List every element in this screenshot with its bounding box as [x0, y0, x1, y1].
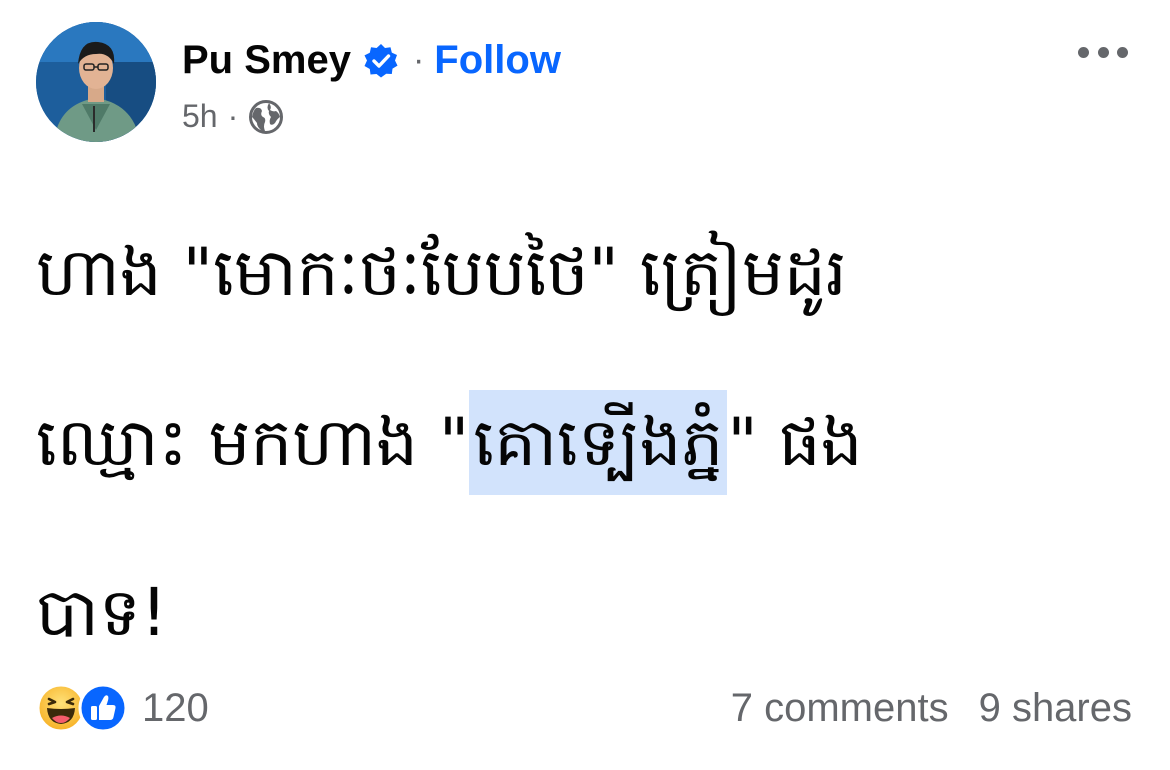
post-text-line-2: ឈ្មោះ មកហាង "គោទ្បើងភ្នំ" ផង	[36, 358, 1096, 528]
separator-dot: ·	[227, 98, 239, 134]
author-row: Pu Smey · Follow	[182, 38, 561, 83]
post-text-line-1: ហាង "មោកៈថៈបែបថៃ" ត្រៀមដូរ	[36, 234, 847, 311]
post-text: ហាង "មោកៈថៈបែបថៃ" ត្រៀមដូរ ឈ្មោះ មកហាង "…	[36, 188, 1096, 698]
follow-button[interactable]: Follow	[434, 38, 561, 83]
post-text-segment: " ផង	[727, 404, 863, 481]
globe-icon[interactable]	[248, 99, 284, 135]
more-dot	[1117, 46, 1128, 58]
facebook-post: Pu Smey · Follow 5h · ហាង "មោកៈថៈបែបថៃ" …	[0, 0, 1170, 770]
highlighted-text: គោទ្បើងភ្នំ	[469, 390, 728, 495]
more-dot	[1078, 46, 1089, 58]
post-meta: 5h ·	[182, 98, 284, 135]
post-time[interactable]: 5h	[182, 98, 218, 135]
post-header: Pu Smey · Follow 5h ·	[36, 22, 1134, 142]
author-name[interactable]: Pu Smey	[182, 38, 351, 83]
comments-count[interactable]: 7 comments	[731, 686, 949, 731]
reaction-count: 120	[142, 685, 209, 730]
separator-dot: ·	[412, 41, 425, 79]
avatar[interactable]	[36, 22, 156, 142]
engagement-stats: 7 comments 9 shares	[731, 686, 1132, 731]
verified-badge-icon	[363, 43, 399, 79]
shares-count[interactable]: 9 shares	[979, 686, 1132, 731]
more-options-icon[interactable]	[1078, 40, 1128, 64]
like-icon	[78, 683, 128, 733]
reactions-summary[interactable]: 120	[36, 683, 209, 733]
reaction-icons	[36, 683, 132, 733]
post-text-line-3: បាទ!	[36, 574, 168, 651]
more-dot	[1097, 46, 1109, 58]
post-text-segment: ឈ្មោះ មកហាង "	[36, 404, 470, 481]
post-footer: 120 7 comments 9 shares	[36, 680, 1132, 736]
